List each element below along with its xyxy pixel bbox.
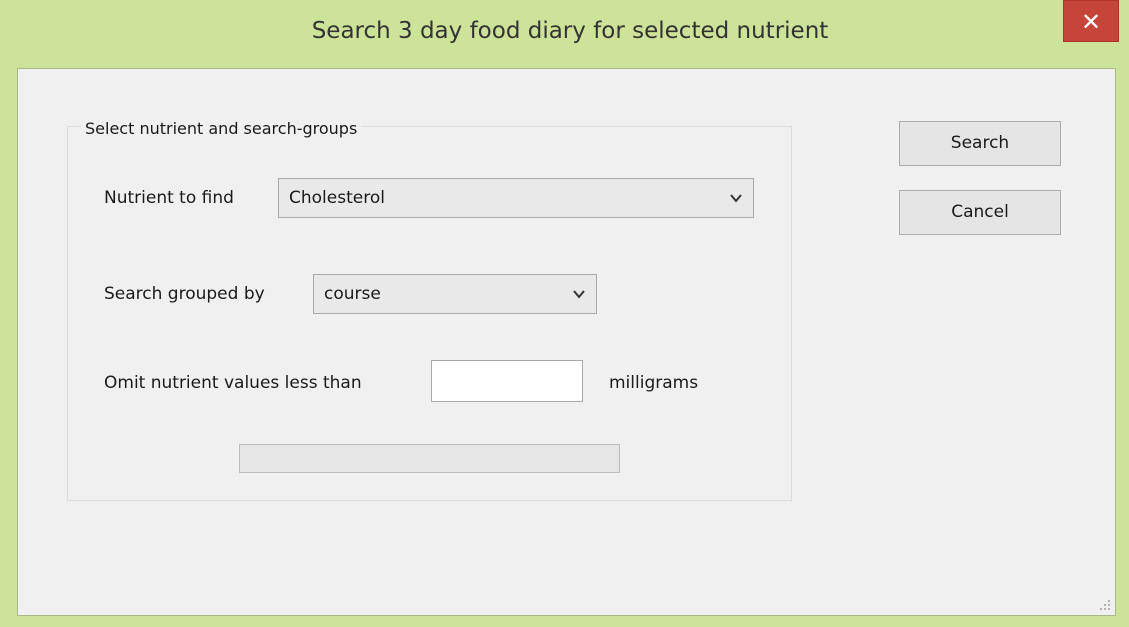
dialog-body: Select nutrient and search-groups Nutrie… bbox=[17, 68, 1116, 616]
groupbox-legend: Select nutrient and search-groups bbox=[81, 119, 362, 138]
dialog-window: Search 3 day food diary for selected nut… bbox=[0, 0, 1129, 627]
close-button[interactable]: ✕ bbox=[1063, 0, 1119, 42]
close-icon: ✕ bbox=[1080, 8, 1102, 36]
grouping-label: Search grouped by bbox=[104, 284, 265, 304]
nutrient-dropdown[interactable]: Cholesterol bbox=[278, 178, 754, 218]
threshold-input[interactable] bbox=[431, 360, 583, 402]
grouping-selected-value: course bbox=[324, 284, 381, 304]
nutrient-label: Nutrient to find bbox=[104, 188, 234, 208]
progress-bar bbox=[239, 444, 620, 473]
threshold-unit-label: milligrams bbox=[609, 373, 699, 393]
window-title: Search 3 day food diary for selected nut… bbox=[311, 18, 829, 44]
title-bar[interactable]: Search 3 day food diary for selected nut… bbox=[0, 0, 1129, 68]
grouping-dropdown[interactable]: course bbox=[313, 274, 597, 314]
chevron-down-icon bbox=[730, 194, 742, 203]
cancel-button[interactable]: Cancel bbox=[899, 190, 1061, 235]
nutrient-selected-value: Cholesterol bbox=[289, 188, 385, 208]
chevron-down-icon bbox=[573, 290, 585, 299]
search-button[interactable]: Search bbox=[899, 121, 1061, 166]
resize-grip-icon[interactable] bbox=[1099, 599, 1111, 611]
threshold-label: Omit nutrient values less than bbox=[104, 373, 362, 393]
